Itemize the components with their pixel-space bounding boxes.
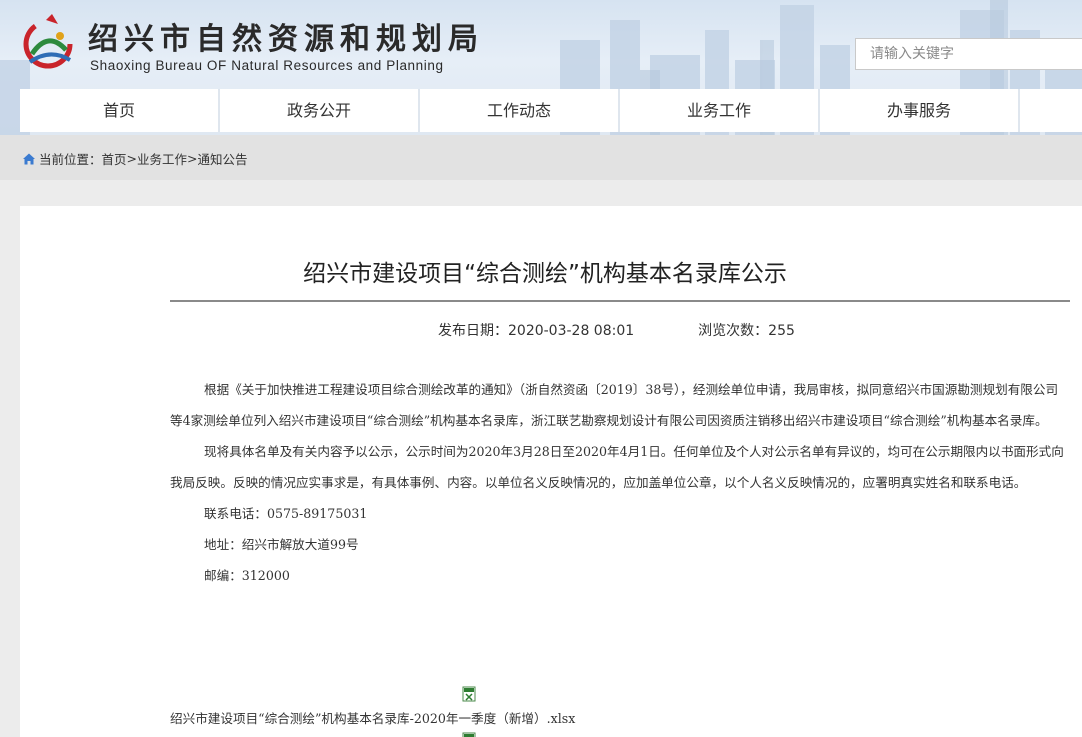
excel-file-icon: [462, 732, 476, 737]
contact-phone: 联系电话：0575-89175031: [204, 506, 368, 521]
breadcrumb-item-notices[interactable]: 通知公告: [198, 149, 248, 168]
publish-date: 2020-03-28 08:01: [508, 323, 635, 339]
breadcrumb-separator: >: [126, 151, 138, 166]
breadcrumb-separator: >: [187, 151, 198, 166]
nav-item-home[interactable]: 首页: [20, 89, 220, 132]
home-icon: [23, 153, 35, 164]
views-label: 浏览次数：: [698, 323, 769, 339]
article-container: 绍兴市建设项目“综合测绘”机构基本名录库公示 发布日期：2020-03-28 0…: [20, 206, 1082, 737]
publish-date-label: 发布日期：: [438, 323, 508, 339]
nav-item-work-news[interactable]: 工作动态: [420, 89, 620, 132]
main-nav: 首页 政务公开 工作动态 业务工作 办事服务: [20, 89, 1082, 132]
paragraph: 根据《关于加快推进工程建设项目综合测绘改革的通知》（浙自然资函〔2019〕38号…: [170, 382, 1059, 428]
paragraph: 现将具体名单及有关内容予以公示，公示时间为2020年3月28日至2020年4月1…: [170, 444, 1064, 490]
nav-filler: [1020, 89, 1082, 132]
article-title: 绍兴市建设项目“综合测绘”机构基本名录库公示: [303, 261, 787, 287]
breadcrumb: 当前位置： 首页 > 业务工作 > 通知公告: [22, 149, 248, 168]
article-body: 根据《关于加快推进工程建设项目综合测绘改革的通知》（浙自然资函〔2019〕38号…: [170, 374, 1070, 591]
nav-item-services[interactable]: 办事服务: [820, 89, 1020, 132]
site-title: 绍兴市自然资源和规划局: [88, 22, 484, 57]
attachment-link[interactable]: 绍兴市建设项目“综合测绘”机构基本名录库-2020年一季度（新增）.xlsx: [170, 708, 575, 727]
breadcrumb-item-home[interactable]: 首页: [102, 149, 127, 168]
excel-file-icon: [462, 686, 476, 702]
page: 绍兴市自然资源和规划局 Shaoxing Bureau OF Natural R…: [0, 0, 1082, 737]
party-logo-icon: [23, 14, 73, 69]
breadcrumb-item-business-work[interactable]: 业务工作: [137, 149, 187, 168]
nav-item-business-work[interactable]: 业务工作: [620, 89, 820, 132]
site-subtitle: Shaoxing Bureau OF Natural Resources and…: [90, 58, 444, 73]
title-divider: [170, 300, 1070, 302]
nav-item-government-affairs[interactable]: 政务公开: [220, 89, 420, 132]
search-input[interactable]: [855, 38, 1082, 70]
breadcrumb-prefix: 当前位置：: [39, 152, 102, 167]
views-count: 255: [768, 323, 795, 339]
breadcrumb-bar: 当前位置： 首页 > 业务工作 > 通知公告: [0, 135, 1082, 180]
address: 地址：绍兴市解放大道99号: [204, 537, 359, 552]
article-meta: 发布日期：2020-03-28 08:01 浏览次数：255: [438, 320, 795, 340]
postcode: 邮编：312000: [204, 568, 290, 583]
header-banner: 绍兴市自然资源和规划局 Shaoxing Bureau OF Natural R…: [0, 0, 1082, 135]
